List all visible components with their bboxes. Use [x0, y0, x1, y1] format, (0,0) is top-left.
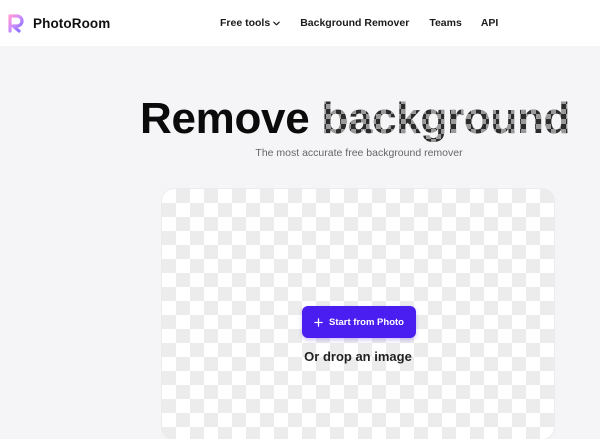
hero-title-plain: Remove	[140, 94, 310, 143]
photoroom-logo[interactable]: PhotoRoom	[6, 12, 110, 34]
drop-image-hint: Or drop an image	[304, 349, 412, 364]
start-from-photo-label: Start from Photo	[329, 316, 404, 328]
top-navigation-bar: PhotoRoom Free tools Background Remover …	[0, 0, 600, 46]
logo-text: PhotoRoom	[33, 15, 111, 31]
nav-api[interactable]: API	[481, 17, 499, 29]
chevron-down-icon	[273, 21, 280, 25]
hero-title: Remove background	[140, 92, 571, 146]
nav-free-tools-label: Free tools	[220, 17, 271, 29]
nav-background-remover[interactable]: Background Remover	[300, 17, 409, 29]
start-from-photo-button[interactable]: Start from Photo	[302, 306, 416, 338]
image-drop-zone[interactable]: Start from Photo Or drop an image	[162, 189, 554, 439]
nav-teams[interactable]: Teams	[429, 17, 462, 29]
photoroom-logo-icon	[8, 14, 24, 33]
main-nav: Free tools Background Remover Teams API	[220, 15, 498, 31]
nav-free-tools[interactable]: Free tools	[220, 17, 281, 29]
hero-title-checkered: background	[321, 94, 571, 143]
plus-icon	[314, 317, 323, 327]
hero-subtitle: The most accurate free background remove…	[255, 147, 463, 159]
